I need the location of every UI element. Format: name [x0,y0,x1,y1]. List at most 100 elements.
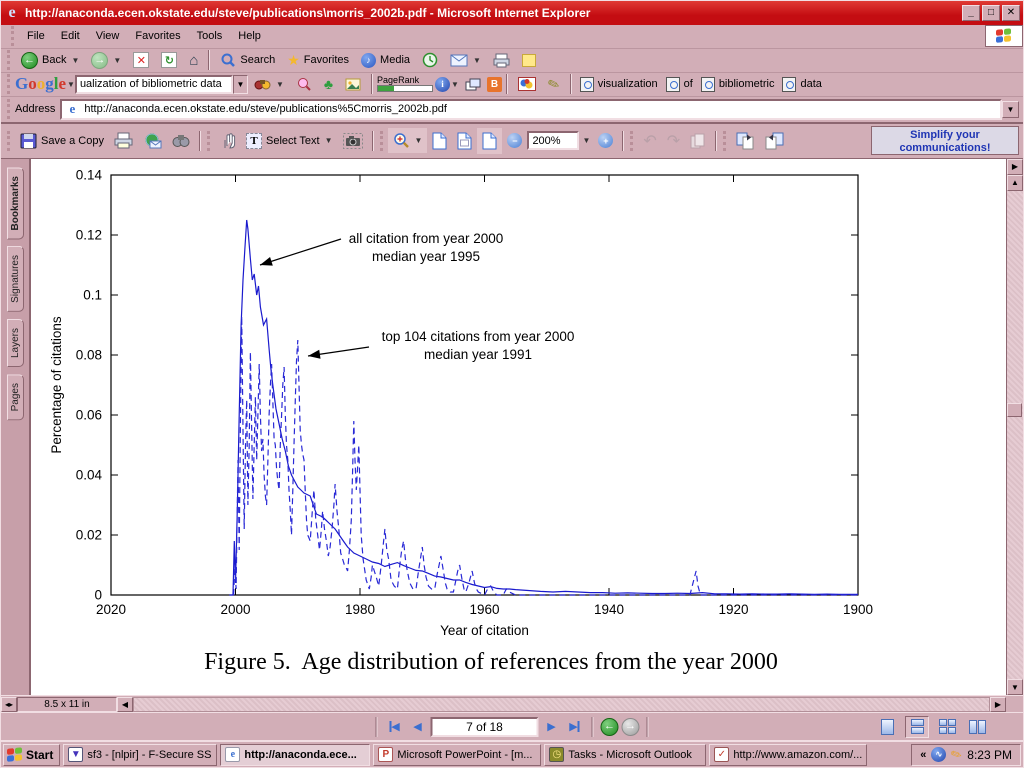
first-page-button[interactable]: ◀ [385,717,405,737]
address-url[interactable]: http://anaconda.ecen.okstate.edu/steve/p… [84,103,998,115]
tray-messenger-icon[interactable]: ∿ [931,747,946,762]
toolbar-grip[interactable] [380,131,384,151]
forward-button[interactable]: → ▼ [85,49,127,72]
highlight-button[interactable]: ✎ [542,73,566,96]
address-dropdown-icon[interactable]: ▼ [1002,101,1019,118]
previous-view-circle-icon[interactable]: ← [601,718,619,736]
vertical-scroll-track[interactable] [1007,191,1023,679]
home-button[interactable]: ⌂ [183,49,204,72]
acrobat-print-button[interactable] [109,128,138,153]
back-dropdown-icon[interactable]: ▼ [71,56,79,65]
menu-file[interactable]: File [19,27,53,45]
tab-signatures[interactable]: Signatures [7,246,24,312]
facing-layout-button[interactable] [965,716,989,738]
word-find-button-of[interactable]: of [662,75,697,94]
search-site-button[interactable] [290,74,318,94]
toolbar-overflow-icon[interactable]: ▶ [1007,159,1023,175]
actual-size-button[interactable] [427,128,452,154]
zoom-out-button[interactable]: − [502,129,527,152]
address-field[interactable]: e http://anaconda.ecen.okstate.edu/steve… [60,99,1002,120]
im-feeling-lucky-button[interactable]: ♣ [318,73,339,95]
fit-page-button[interactable] [452,128,477,154]
rotate-left-button[interactable]: ↶ [638,127,661,155]
taskbar-item-internet-explorer[interactable]: e http://anaconda.ece... [220,744,370,766]
tray-expand-icon[interactable]: « [920,749,926,761]
hand-tool-button[interactable] [215,128,241,153]
scroll-down-icon[interactable]: ▼ [1007,679,1023,695]
menu-help[interactable]: Help [230,27,269,45]
mail-dropdown-icon[interactable]: ▼ [473,56,481,65]
single-page-layout-button[interactable] [875,716,899,738]
next-page-button[interactable]: ▶ [542,717,562,737]
previous-page-button[interactable]: ◀ [408,717,428,737]
search-web-button[interactable]: ▼ [248,75,290,94]
snapshot-button[interactable] [338,129,368,153]
select-text-button[interactable]: T Select Text ▼ [241,129,338,153]
email-button[interactable] [138,129,167,153]
zoom-in-button[interactable]: + [593,129,618,152]
maximize-button[interactable]: □ [982,5,1000,21]
options-button[interactable] [512,74,542,94]
continuous-facing-layout-button[interactable] [935,716,959,738]
menu-edit[interactable]: Edit [53,27,88,45]
vertical-scrollbar[interactable]: ▶ ▲ ▼ [1006,159,1023,695]
refresh-button[interactable]: ↻ [155,49,183,71]
page-info-icon[interactable]: i [435,77,450,92]
toolbar-grip[interactable] [630,131,634,151]
toolbar-grip[interactable] [7,74,11,94]
back-button[interactable]: ← Back ▼ [15,49,85,72]
menu-favorites[interactable]: Favorites [127,27,188,45]
zoom-in-tool-button[interactable]: ▼ [388,128,428,153]
blogger-icon[interactable]: B [487,77,502,92]
favorites-button[interactable]: ★ Favorites [281,49,355,72]
continuous-layout-button[interactable] [905,716,929,738]
stop-button[interactable]: ✕ [127,49,155,71]
print-button[interactable] [487,50,516,71]
horizontal-scroll-track[interactable] [133,697,990,712]
splitter-grip-icon[interactable]: ◂▸ [1,697,17,712]
rotate-right-button[interactable]: ↷ [662,127,685,155]
word-find-button-visualization[interactable]: visualization [576,75,662,94]
tab-layers[interactable]: Layers [7,319,24,367]
word-find-button-bibliometric[interactable]: bibliometric [697,75,779,94]
taskbar-item-powerpoint[interactable]: P Microsoft PowerPoint - [m... [373,744,541,766]
next-view-circle-icon[interactable]: → [622,718,640,736]
fit-width-button[interactable] [477,128,502,154]
save-a-copy-button[interactable]: Save a Copy [15,129,109,153]
tab-bookmarks[interactable]: Bookmarks [7,167,24,239]
scroll-up-icon[interactable]: ▲ [1007,175,1023,191]
taskbar-item-outlook-tasks[interactable]: ◷ Tasks - Microsoft Outlook [544,744,706,766]
taskbar-item-amazon[interactable]: ✓ http://www.amazon.com/... [709,744,867,766]
vertical-scroll-thumb[interactable] [1007,403,1022,417]
previous-view-button[interactable] [731,128,760,154]
mail-button[interactable]: ▼ [444,51,487,70]
taskbar-item-fsecure[interactable]: ▼ sf3 - [nlpir] - F-Secure SS... [63,744,217,766]
next-view-button[interactable] [760,128,789,154]
media-button[interactable]: ♪ Media [355,50,416,71]
word-find-button-data[interactable]: data [778,75,825,94]
toolbar-grip[interactable] [723,131,727,151]
last-page-button[interactable]: ▶ [565,717,585,737]
popup-blocker-button[interactable] [459,75,487,94]
google-search-input[interactable] [75,75,233,94]
zoom-value-dropdown-icon[interactable]: ▼ [582,136,590,145]
images-button[interactable] [339,75,367,94]
google-logo[interactable]: Google [15,74,66,94]
zoom-level-field[interactable] [527,131,579,150]
history-button[interactable] [416,49,444,71]
acrobat-search-button[interactable] [167,129,195,152]
start-button[interactable]: Start [3,744,60,766]
menu-view[interactable]: View [88,27,128,45]
page-info-dropdown-icon[interactable]: ▼ [451,80,459,89]
toolbar-grip[interactable] [207,131,211,151]
google-search-dropdown-icon[interactable]: ▼ [233,75,248,94]
ad-banner-button[interactable]: Simplify your communications! [871,126,1019,155]
toolbar-grip[interactable] [7,131,11,151]
toolbar-grip[interactable] [11,26,15,46]
scroll-left-icon[interactable]: ◀ [117,697,133,712]
search-dropdown-icon[interactable]: ▼ [276,80,284,89]
menu-tools[interactable]: Tools [189,27,231,45]
edit-notes-button[interactable] [516,51,542,70]
minimize-button[interactable]: _ [962,5,980,21]
tab-pages[interactable]: Pages [7,374,24,420]
